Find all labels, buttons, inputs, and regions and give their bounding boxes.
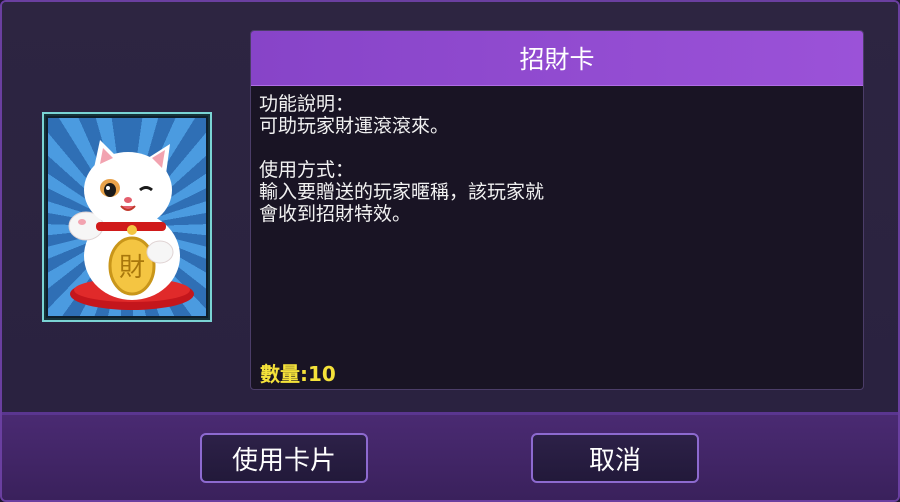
card-description: 功能說明： 可助玩家財運滾滾來。 使用方式： 輸入要贈送的玩家暱稱，該玩家就 會… — [259, 93, 544, 225]
use-card-button[interactable]: 使用卡片 — [200, 433, 368, 483]
description-spacer — [259, 137, 544, 159]
card-info-panel: 招財卡 功能說明： 可助玩家財運滾滾來。 使用方式： 輸入要贈送的玩家暱稱，該玩… — [250, 30, 864, 390]
cancel-button[interactable]: 取消 — [531, 433, 699, 483]
card-dialog: 財 招財卡 功能說明： 可助玩家財運滾滾來。 使用方式： 輸入要贈送的玩家暱稱，… — [0, 0, 900, 502]
content-area: 財 招財卡 功能說明： 可助玩家財運滾滾來。 使用方式： 輸入要贈送的玩家暱稱，… — [2, 2, 898, 412]
dialog-footer — [2, 415, 898, 500]
maneki-neko-icon: 財 — [48, 118, 206, 316]
description-line: 功能說明： — [259, 93, 355, 115]
card-image-frame: 財 — [42, 112, 212, 322]
description-line: 輸入要贈送的玩家暱稱，該玩家就 — [259, 181, 545, 203]
description-line: 使用方式： — [259, 159, 355, 181]
description-line: 會收到招財特效。 — [259, 203, 412, 225]
description-line: 可助玩家財運滾滾來。 — [259, 115, 450, 137]
card-quantity: 數量:10 — [260, 362, 336, 386]
coin-character: 財 — [119, 253, 145, 283]
card-title: 招財卡 — [251, 31, 863, 86]
